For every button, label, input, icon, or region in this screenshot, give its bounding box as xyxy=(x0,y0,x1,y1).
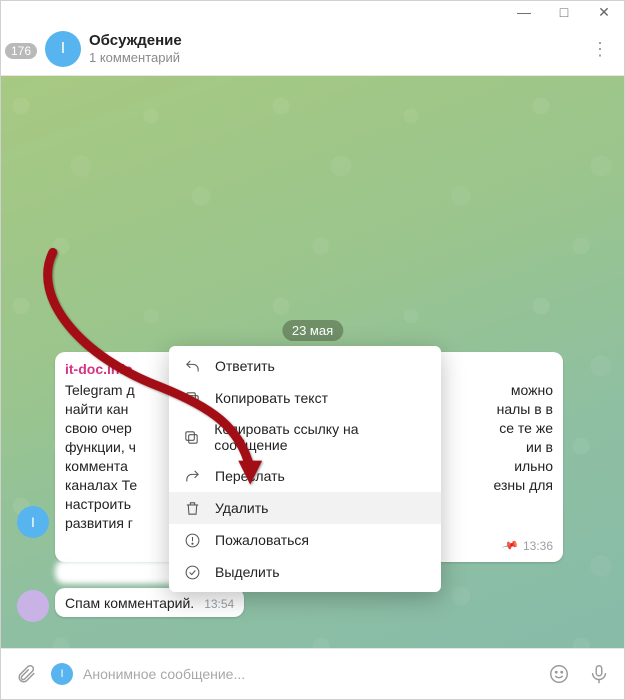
menu-item-select[interactable]: Выделить xyxy=(169,556,441,588)
date-separator: 23 мая xyxy=(282,320,343,341)
menu-item-copy-text[interactable]: Копировать текст xyxy=(169,382,441,414)
menu-item-report[interactable]: Пожаловаться xyxy=(169,524,441,556)
chat-subtitle: 1 комментарий xyxy=(89,50,588,66)
chat-area[interactable]: 23 мая it-doc.info Telegram д найти кан … xyxy=(1,76,624,648)
emoji-button[interactable] xyxy=(544,663,574,685)
chat-avatar[interactable]: I xyxy=(45,31,81,67)
message-text-right: можно налы в в се те же ии в ильно езны … xyxy=(494,381,554,533)
chat-header-text[interactable]: Обсуждение 1 комментарий xyxy=(89,32,588,66)
message-bubble-2[interactable]: Спам комментарий. 13:54 xyxy=(55,588,244,617)
menu-label: Пожаловаться xyxy=(215,532,309,548)
message-2-sender-blurred xyxy=(55,560,181,584)
message-2-text: Спам комментарий. xyxy=(65,595,194,611)
composer-avatar[interactable]: I xyxy=(51,663,73,685)
app-window: — □ ✕ 176 I Обсуждение 1 комментарий ⋮ 2… xyxy=(0,0,625,700)
chat-title: Обсуждение xyxy=(89,32,588,50)
menu-item-forward[interactable]: Переслать xyxy=(169,460,441,492)
message-input[interactable] xyxy=(81,665,534,683)
menu-label: Выделить xyxy=(215,564,280,580)
menu-item-reply[interactable]: Ответить xyxy=(169,350,441,382)
pin-icon: 📌 xyxy=(499,535,520,558)
window-maximize-button[interactable]: □ xyxy=(544,1,584,23)
message-2-time: 13:54 xyxy=(204,597,234,611)
message-1-avatar[interactable]: I xyxy=(17,506,49,538)
message-time: 13:36 xyxy=(523,537,553,556)
message-context-menu: Ответить Копировать текст Копировать ссы… xyxy=(169,346,441,592)
voice-button[interactable] xyxy=(584,663,614,685)
menu-item-delete[interactable]: Удалить xyxy=(169,492,441,524)
menu-label: Переслать xyxy=(215,468,285,484)
microphone-icon xyxy=(588,663,610,685)
kebab-icon: ⋮ xyxy=(591,39,609,59)
menu-label: Ответить xyxy=(215,358,275,374)
chat-header: 176 I Обсуждение 1 комментарий ⋮ xyxy=(1,23,624,76)
menu-label: Копировать текст xyxy=(215,390,328,406)
select-icon xyxy=(183,563,201,581)
window-minimize-button[interactable]: — xyxy=(504,1,544,23)
forward-icon xyxy=(183,467,201,485)
report-icon xyxy=(183,531,201,549)
reply-icon xyxy=(183,357,201,375)
menu-label: Удалить xyxy=(215,500,268,516)
menu-item-copy-link[interactable]: Копировать ссылку на сообщение xyxy=(169,414,441,460)
unread-badge: 176 xyxy=(5,43,37,59)
menu-label: Копировать ссылку на сообщение xyxy=(214,421,427,453)
trash-icon xyxy=(183,499,201,517)
message-composer: I xyxy=(1,648,624,699)
window-titlebar: — □ ✕ xyxy=(1,1,624,23)
message-2-avatar[interactable] xyxy=(17,590,49,622)
smile-icon xyxy=(548,663,570,685)
more-options-button[interactable]: ⋮ xyxy=(588,39,612,60)
window-close-button[interactable]: ✕ xyxy=(584,1,624,23)
link-icon xyxy=(183,428,200,446)
copy-icon xyxy=(183,389,201,407)
message-text-left: Telegram д найти кан свою очер функции, … xyxy=(65,381,137,533)
attach-button[interactable] xyxy=(11,663,41,685)
paperclip-icon xyxy=(15,663,37,685)
